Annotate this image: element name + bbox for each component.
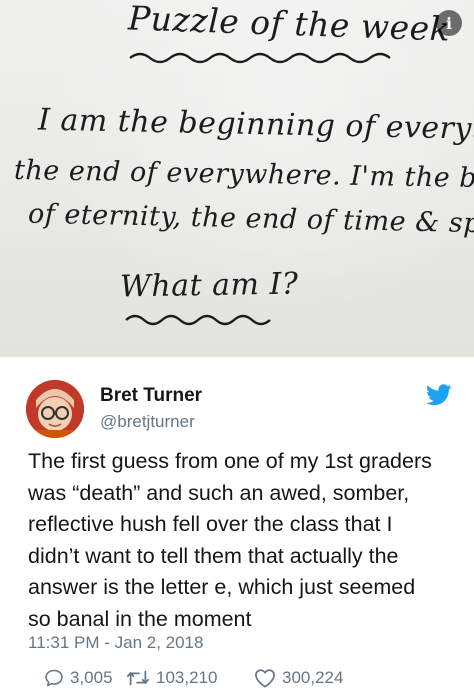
title-underline-squiggle [129, 52, 391, 64]
tweet-text-line: The first guess from one of my 1st grade… [28, 449, 432, 473]
avatar-portrait [26, 380, 84, 438]
tweet-text-line: so banal in the moment [28, 606, 252, 631]
like-button[interactable]: 300,224 [254, 668, 343, 688]
tweet-text-line: reflective hush fell over the class that… [28, 512, 393, 536]
tweet-text: The first guess from one of my 1st grade… [28, 446, 448, 635]
reply-count: 3,005 [70, 668, 113, 687]
retweet-count: 103,210 [156, 668, 218, 687]
twitter-bird-icon[interactable] [426, 384, 452, 406]
reply-button[interactable]: 3,005 [44, 668, 113, 688]
reply-icon [45, 669, 63, 687]
retweet-button[interactable]: 103,210 [126, 668, 217, 688]
question-underline-squiggle [125, 314, 271, 326]
tweet-timestamp[interactable]: 11:31 PM - Jan 2, 2018 [28, 633, 203, 653]
avatar[interactable] [26, 380, 84, 438]
retweet-icon [126, 670, 150, 686]
like-count: 300,224 [282, 668, 344, 687]
author-handle[interactable]: @bretjturner [100, 412, 195, 432]
tweet-photo[interactable]: Puzzle of the week I am the beginning of… [0, 0, 474, 357]
tweet-text-line: was “death” and such an awed, somber, [28, 480, 410, 505]
tweet-text-line: didn’t want to tell them that actually t… [28, 543, 399, 568]
info-icon[interactable]: i [436, 10, 462, 36]
author-name[interactable]: Bret Turner [100, 385, 202, 407]
like-icon [255, 669, 275, 688]
riddle-question: What am I? [119, 266, 299, 305]
tweet-text-line: answer is the letter e, which just seeme… [28, 575, 416, 599]
